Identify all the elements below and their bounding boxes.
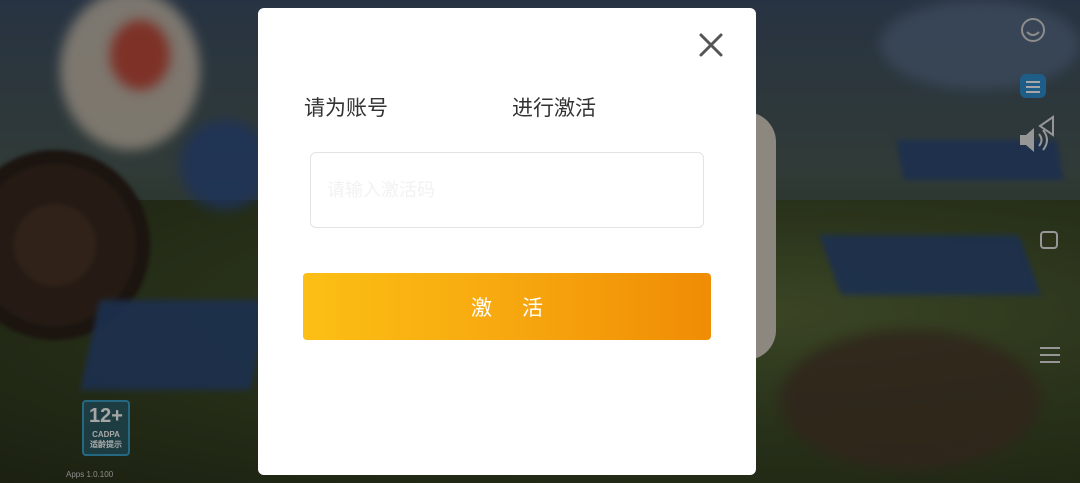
close-button[interactable] <box>696 30 726 60</box>
activation-code-input[interactable] <box>310 152 704 228</box>
close-icon <box>699 33 723 57</box>
prompt-account-name <box>390 98 510 116</box>
activate-button[interactable]: 激活 <box>303 273 711 340</box>
prompt-suffix: 进行激活 <box>512 96 596 120</box>
activation-dialog: 请为账号 进行激活 激活 <box>258 8 756 475</box>
activation-prompt: 请为账号 进行激活 <box>304 92 596 122</box>
prompt-prefix: 请为账号 <box>304 96 388 120</box>
game-screen: 12+ CADPA 适龄提示 Apps 1.0.100 请为账号 进行激活 请输… <box>0 0 1080 483</box>
